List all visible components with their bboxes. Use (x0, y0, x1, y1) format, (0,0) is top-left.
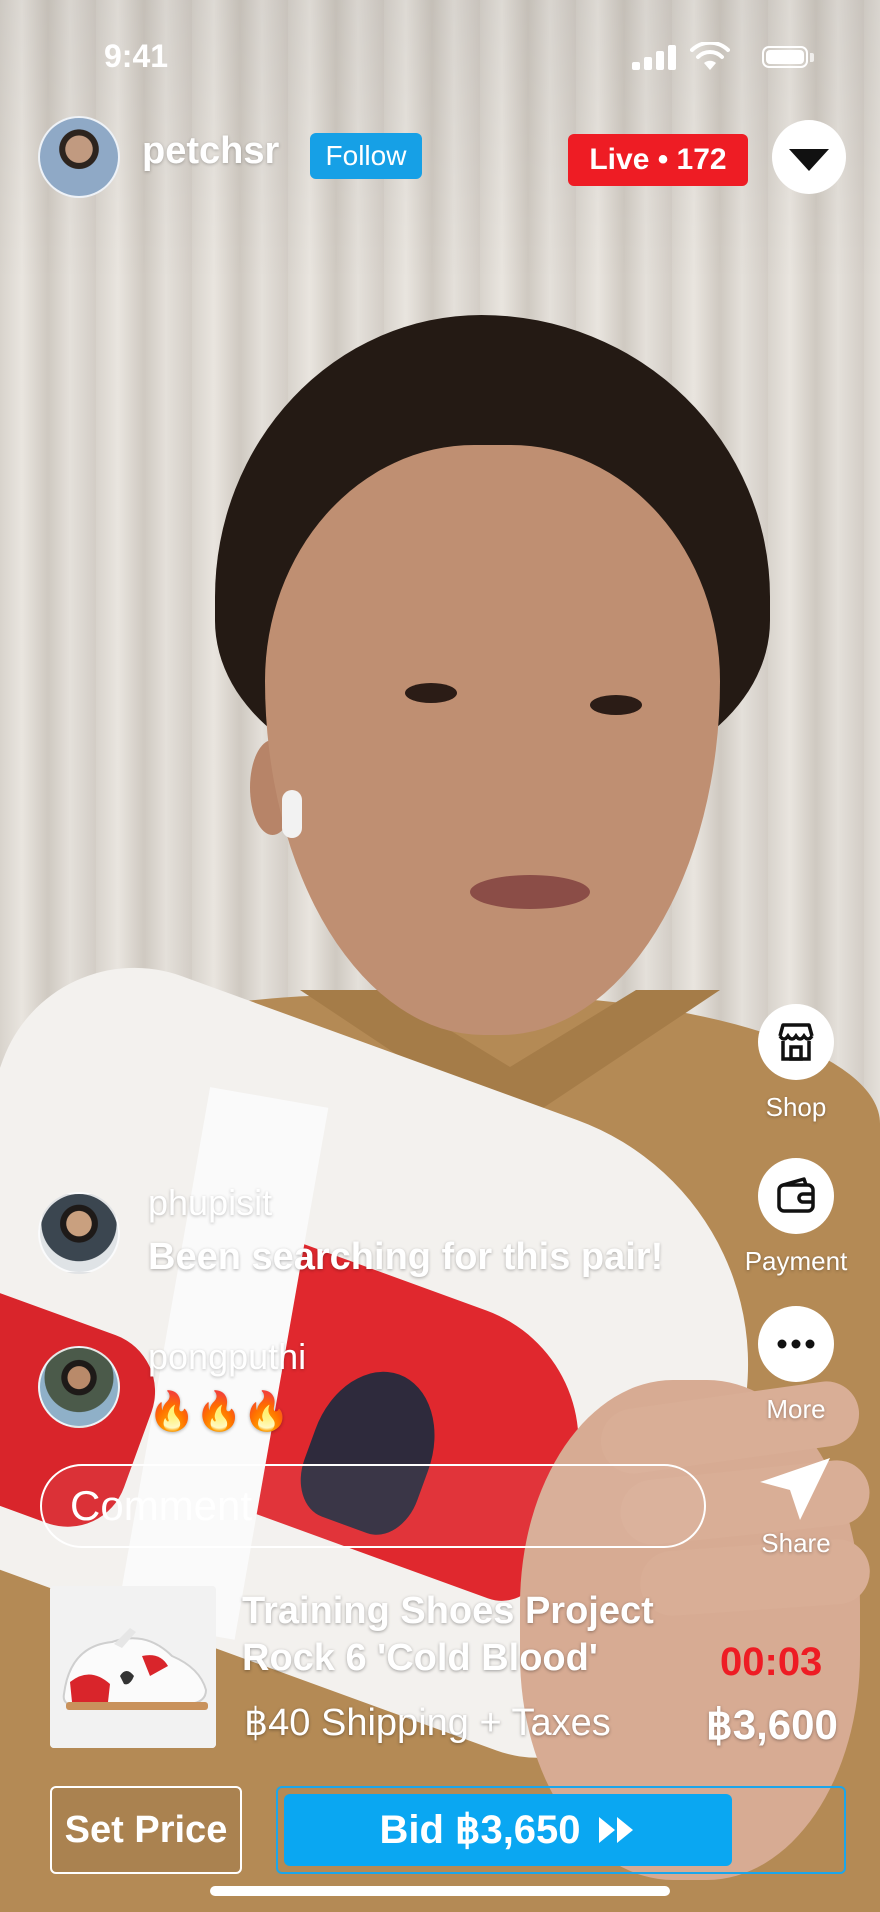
commenter-avatar[interactable] (38, 1192, 120, 1274)
payment-label: Payment (744, 1246, 848, 1276)
bid-button[interactable]: Bid ฿3,650 (284, 1794, 732, 1866)
product-title[interactable]: Training Shoes Project Rock 6 'Cold Bloo… (242, 1588, 712, 1682)
more-label: More (766, 1394, 826, 1424)
live-stream-screen: 9:41 petchsr Follow Live • 172 Shop Paym… (0, 0, 880, 1912)
comment-input[interactable] (40, 1464, 706, 1548)
shop-button[interactable] (758, 1004, 834, 1080)
shipping-info: ฿40 Shipping + Taxes (244, 1702, 611, 1744)
share-label: Share (761, 1528, 831, 1558)
sneaker-image (50, 1586, 216, 1748)
cellular-signal-icon (632, 44, 676, 70)
chevron-down-icon (789, 149, 829, 171)
payment-button[interactable] (758, 1158, 834, 1234)
auction-timer: 00:03 (720, 1640, 823, 1684)
collapse-button[interactable] (772, 120, 846, 194)
fast-forward-icon (598, 1817, 633, 1843)
commenter-avatar[interactable] (38, 1346, 120, 1428)
battery-icon (762, 46, 808, 68)
wallet-icon (777, 1177, 815, 1213)
ellipsis-icon (777, 1339, 815, 1349)
product-thumbnail[interactable] (50, 1586, 216, 1748)
bid-label: Bid ฿3,650 (379, 1808, 581, 1852)
current-price: ฿3,600 (706, 1701, 838, 1748)
status-bar: 9:41 (0, 0, 880, 110)
home-indicator[interactable] (210, 1886, 670, 1896)
comment-text: 🔥🔥🔥 (148, 1391, 290, 1433)
status-time: 9:41 (104, 38, 169, 74)
set-price-button[interactable]: Set Price (50, 1786, 242, 1874)
host-username[interactable]: petchsr (142, 130, 279, 173)
share-button[interactable] (752, 1452, 842, 1532)
paper-plane-icon (760, 1458, 830, 1520)
live-viewer-badge: Live • 172 (568, 134, 748, 186)
more-button[interactable] (758, 1306, 834, 1382)
storefront-icon (778, 1023, 814, 1061)
follow-button[interactable]: Follow (310, 133, 422, 179)
comment-username[interactable]: phupisit (148, 1182, 272, 1224)
wifi-icon (690, 42, 730, 70)
comment-username[interactable]: pongputhi (148, 1336, 306, 1378)
host-avatar[interactable] (38, 116, 120, 198)
comment-text: Been searching for this pair! (148, 1236, 664, 1278)
shop-label: Shop (765, 1092, 827, 1122)
